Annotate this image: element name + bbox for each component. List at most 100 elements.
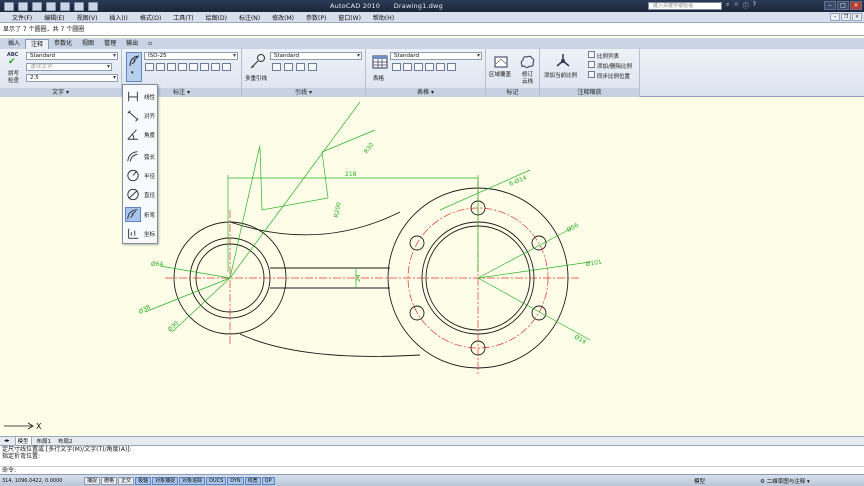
plot-icon[interactable]	[88, 1, 98, 11]
tab-layout2[interactable]: 布局2	[56, 437, 75, 445]
dim-center-icon[interactable]	[200, 63, 209, 71]
menu-edit[interactable]: 编辑(E)	[38, 13, 70, 22]
annotation-scale-icon[interactable]	[554, 52, 572, 70]
menu-insert[interactable]: 插入(I)	[103, 13, 133, 22]
app-menu-icon[interactable]	[4, 1, 14, 11]
check-icon[interactable]: ✔	[8, 57, 16, 67]
search-icon[interactable]: ⌕	[726, 1, 729, 10]
tab-output[interactable]: 输出	[121, 39, 143, 49]
remove-leader-icon[interactable]	[284, 63, 293, 71]
text-panel-title[interactable]: 文字 ▾	[0, 88, 121, 97]
grid-toggle[interactable]: 栅格	[101, 477, 118, 485]
dim-tolerance-icon[interactable]	[189, 63, 198, 71]
save-icon[interactable]	[46, 1, 56, 11]
collect-leader-icon[interactable]	[308, 63, 317, 71]
osnap-toggle[interactable]: 对象捕捉	[152, 477, 179, 485]
scale-panel-title[interactable]: 注释缩放	[540, 88, 639, 97]
add-delete-scale-icon[interactable]	[588, 61, 595, 68]
ducs-toggle[interactable]: DUCS	[206, 477, 227, 485]
menu-parametric[interactable]: 参数(P)	[300, 13, 332, 22]
sync-scale-icon[interactable]	[588, 71, 595, 78]
leader-panel-title[interactable]: 引线 ▾	[242, 88, 365, 97]
table-merge-icon[interactable]	[392, 63, 401, 71]
dim-menu-diameter[interactable]: 直径	[123, 185, 159, 204]
help-icon[interactable]: ?	[753, 1, 756, 10]
menu-format[interactable]: 格式(O)	[134, 13, 167, 22]
doc-restore-button[interactable]: ❐	[841, 13, 851, 21]
qp-toggle[interactable]: QP	[261, 477, 275, 485]
polar-toggle[interactable]: 极轴	[135, 477, 152, 485]
table-style-select[interactable]: Standard	[390, 52, 482, 60]
multileader-icon[interactable]	[248, 53, 266, 71]
find-text-input[interactable]: 查找文字	[26, 63, 112, 71]
revcloud-icon[interactable]	[518, 53, 536, 71]
undo-icon[interactable]	[60, 1, 70, 11]
layout-nav-icon[interactable]: ◂▸	[2, 438, 12, 444]
ortho-toggle[interactable]: 正交	[118, 477, 135, 485]
dim-menu-arc-length[interactable]: 弧长	[123, 147, 159, 166]
menu-help[interactable]: 帮助(H)	[367, 13, 400, 22]
table-insert-row-icon[interactable]	[414, 63, 423, 71]
redo-icon[interactable]	[74, 1, 84, 11]
scale-list-label[interactable]: 比例列表	[597, 52, 619, 60]
table-panel-title[interactable]: 表格 ▾	[366, 88, 485, 97]
tab-layout1[interactable]: 布局1	[35, 437, 54, 445]
table-link-icon[interactable]	[447, 63, 456, 71]
menu-draw[interactable]: 绘图(D)	[200, 13, 233, 22]
close-button[interactable]: ×	[850, 1, 862, 10]
add-current-scale-label[interactable]: 添加当前比例	[544, 71, 577, 79]
menu-window[interactable]: 窗口(W)	[332, 13, 367, 22]
wipeout-icon[interactable]	[492, 53, 510, 71]
dim-break-icon[interactable]	[178, 63, 187, 71]
dim-space-icon[interactable]	[167, 63, 176, 71]
command-input[interactable]: 命令:	[0, 466, 864, 474]
new-icon[interactable]	[18, 1, 28, 11]
tab-annotate[interactable]: 注释	[25, 39, 50, 49]
dim-jog-line-icon[interactable]	[222, 63, 231, 71]
table-unmerge-icon[interactable]	[403, 63, 412, 71]
tab-manage[interactable]: 管理	[99, 39, 121, 49]
dim-menu-linear[interactable]: 线性	[123, 87, 159, 106]
dim-style-select[interactable]: ISO-25	[144, 52, 238, 60]
dim-menu-aligned[interactable]: 对齐	[123, 106, 159, 125]
info-icon[interactable]: ⓘ	[743, 1, 749, 10]
dim-menu-radius[interactable]: 半径	[123, 166, 159, 185]
otrack-toggle[interactable]: 对象追踪	[179, 477, 206, 485]
workspace-switch[interactable]: ⚙ 二维草图与注释 ▾	[760, 477, 810, 485]
dim-continue-icon[interactable]	[145, 63, 154, 71]
doc-minimize-button[interactable]: –	[830, 13, 840, 21]
scale-list-icon[interactable]	[588, 51, 595, 58]
ribbon-minimize-icon[interactable]: ▫	[143, 39, 157, 49]
tab-view[interactable]: 视图	[77, 39, 99, 49]
dim-menu-angular[interactable]: 角度	[123, 125, 159, 144]
dim-menu-ordinate[interactable]: 坐标	[123, 224, 159, 243]
tab-insert[interactable]: 插入	[3, 39, 25, 49]
table-insert-col-icon[interactable]	[425, 63, 434, 71]
text-style-select[interactable]: Standard	[26, 52, 118, 60]
menu-view[interactable]: 视图(V)	[71, 13, 104, 22]
sync-scale-label[interactable]: 同步比例位置	[597, 72, 630, 80]
table-icon[interactable]	[371, 53, 389, 71]
menu-dimension[interactable]: 标注(N)	[233, 13, 266, 22]
search-input[interactable]: 键入关键字或短语	[648, 2, 722, 10]
tab-parametric[interactable]: 参数化	[49, 39, 77, 49]
menu-file[interactable]: 文件(F)	[6, 13, 38, 22]
minimize-button[interactable]: –	[824, 1, 836, 10]
add-delete-scale-label[interactable]: 添加/删除比例	[597, 62, 632, 70]
model-space-label[interactable]: 模型	[694, 477, 705, 485]
dimension-split-button[interactable]: ▾	[126, 52, 142, 82]
text-height-select[interactable]: 2.5	[26, 74, 118, 82]
open-icon[interactable]	[32, 1, 42, 11]
align-leader-icon[interactable]	[296, 63, 305, 71]
maximize-button[interactable]: □	[837, 1, 849, 10]
leader-style-select[interactable]: Standard	[270, 52, 362, 60]
doc-close-button[interactable]: ×	[852, 13, 862, 21]
star-icon[interactable]: ☆	[733, 1, 738, 10]
dim-inspect-icon[interactable]	[211, 63, 220, 71]
dim-menu-jogged[interactable]: 折弯	[123, 205, 159, 224]
markup-panel-title[interactable]: 标记	[486, 88, 539, 97]
dim-baseline-icon[interactable]	[156, 63, 165, 71]
lineweight-toggle[interactable]: 线宽	[244, 477, 261, 485]
dyn-toggle[interactable]: DYN	[227, 477, 244, 485]
menu-tools[interactable]: 工具(T)	[167, 13, 199, 22]
